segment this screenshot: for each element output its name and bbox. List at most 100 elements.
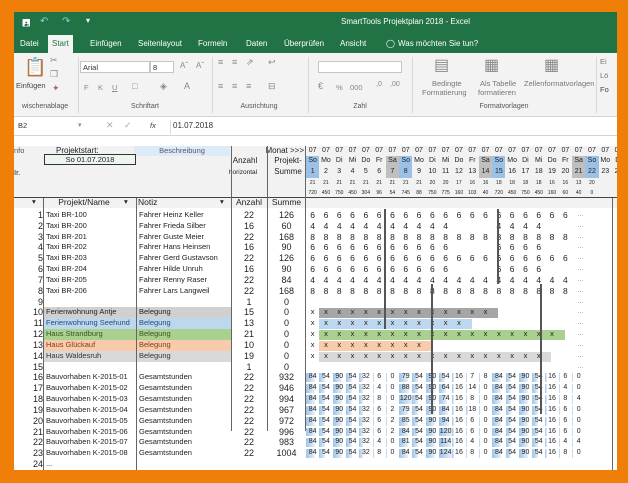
day-value[interactable]: 0 (479, 383, 492, 393)
project-note[interactable]: Fahrer Hans Heinsen (139, 242, 229, 252)
day-value[interactable]: 6 (319, 242, 332, 252)
day-value[interactable]: 94 (439, 416, 452, 426)
day-value[interactable]: 6 (466, 253, 479, 263)
day-value[interactable]: 4 (346, 275, 359, 285)
day-value[interactable]: 6 (466, 210, 479, 220)
project-note[interactable]: Fahrer Lars Langweil (139, 286, 229, 296)
day-value[interactable]: 6 (399, 210, 412, 220)
booking-mark[interactable]: x (479, 307, 492, 317)
day-value[interactable]: 8 (559, 394, 572, 404)
day-value[interactable]: 6 (319, 264, 332, 274)
format-as-table-button-line2[interactable]: formatieren (478, 88, 516, 97)
day-value[interactable]: 8 (452, 286, 465, 296)
day-value[interactable]: 90 (426, 448, 439, 458)
day-value[interactable]: 4 (466, 437, 479, 447)
day-value[interactable]: 54 (506, 372, 519, 382)
day-value[interactable]: 32 (359, 427, 372, 437)
day-value[interactable]: 4 (572, 437, 585, 447)
booking-mark[interactable]: x (506, 351, 519, 361)
project-note[interactable]: Fahrer Heinz Keller (139, 210, 229, 220)
day-value[interactable]: 6 (399, 253, 412, 263)
day-value[interactable]: 6 (319, 253, 332, 263)
decrease-decimal-icon[interactable]: ,00 (390, 81, 400, 88)
day-value[interactable]: 6 (346, 264, 359, 274)
project-name[interactable]: Taxi BR-200 (46, 221, 134, 231)
day-value[interactable]: 84 (399, 427, 412, 437)
day-value[interactable]: 4 (466, 275, 479, 285)
border-icon[interactable]: □ (132, 81, 137, 91)
day-value[interactable]: 7 (466, 372, 479, 382)
project-note[interactable]: Belegung (139, 318, 229, 328)
day-value[interactable]: 84 (306, 437, 319, 447)
day-value[interactable]: 6 (452, 210, 465, 220)
day-value[interactable]: 6 (399, 264, 412, 274)
day-value[interactable]: 6 (386, 264, 399, 274)
day-value[interactable]: 4 (412, 221, 425, 231)
day-value[interactable]: 54 (532, 383, 545, 393)
day-value[interactable]: 8 (532, 286, 545, 296)
booking-mark[interactable]: x (333, 351, 346, 361)
day-value[interactable]: 16 (545, 394, 558, 404)
day-value[interactable]: 8 (452, 232, 465, 242)
day-value[interactable]: 16 (452, 394, 465, 404)
day-value[interactable]: 84 (306, 427, 319, 437)
day-value[interactable]: 6 (359, 264, 372, 274)
column-header-summe[interactable]: Summe (268, 197, 305, 207)
day-value[interactable]: 6 (545, 210, 558, 220)
day-value[interactable]: 6 (519, 253, 532, 263)
day-value[interactable]: 8 (506, 286, 519, 296)
day-value[interactable]: 84 (439, 405, 452, 415)
booking-mark[interactable]: x (359, 340, 372, 350)
day-value[interactable]: 8 (306, 286, 319, 296)
day-value[interactable]: 84 (492, 448, 505, 458)
conditional-format-icon[interactable]: ▤ (434, 55, 449, 75)
font-size-select[interactable]: 8 (150, 61, 174, 73)
day-value[interactable]: 6 (452, 253, 465, 263)
project-note[interactable]: Fahrer Frieda Silber (139, 221, 229, 231)
booking-mark[interactable]: x (519, 351, 532, 361)
booking-mark[interactable]: x (319, 307, 332, 317)
day-value[interactable]: 0 (386, 372, 399, 382)
day-value[interactable]: 4 (359, 221, 372, 231)
day-value[interactable]: 16 (545, 416, 558, 426)
booking-mark[interactable]: x (439, 351, 452, 361)
day-value[interactable]: 8 (559, 286, 572, 296)
booking-mark[interactable]: x (346, 329, 359, 339)
day-value[interactable]: 6 (333, 253, 346, 263)
day-value[interactable]: 85 (399, 416, 412, 426)
day-value[interactable]: 90 (519, 437, 532, 447)
fill-color-icon[interactable]: ◈ (160, 81, 167, 92)
day-value[interactable]: 54 (346, 448, 359, 458)
booking-mark[interactable]: x (346, 340, 359, 350)
booking-mark[interactable]: x (386, 340, 399, 350)
day-value[interactable]: 6 (333, 242, 346, 252)
delete-cells-button[interactable]: Lö (600, 71, 608, 80)
day-value[interactable]: 8 (319, 232, 332, 242)
day-value[interactable]: 54 (346, 427, 359, 437)
day-value[interactable]: 90 (333, 383, 346, 393)
day-value[interactable]: 6 (439, 264, 452, 274)
day-value[interactable]: 8 (479, 232, 492, 242)
day-value[interactable]: 8 (373, 394, 386, 404)
day-value[interactable]: 54 (412, 372, 425, 382)
name-box-dropdown-icon[interactable]: ▾ (78, 121, 82, 129)
booking-mark[interactable]: x (412, 318, 425, 328)
day-value[interactable]: 4 (519, 275, 532, 285)
day-value[interactable]: 32 (359, 372, 372, 382)
booking-mark[interactable]: x (492, 329, 505, 339)
booking-mark[interactable]: x (319, 329, 332, 339)
day-value[interactable]: 6 (506, 242, 519, 252)
day-value[interactable]: 4 (439, 275, 452, 285)
day-value[interactable]: 8 (333, 232, 346, 242)
booking-mark[interactable]: x (452, 351, 465, 361)
wrap-text-icon[interactable]: ↩ (268, 57, 276, 68)
paste-button[interactable]: Einfügen (16, 81, 46, 90)
booking-mark[interactable]: x (333, 329, 346, 339)
day-value[interactable]: 54 (532, 405, 545, 415)
bold-button[interactable]: F (84, 83, 89, 92)
booking-mark[interactable]: x (306, 351, 319, 361)
filter-dropdown-nr[interactable]: ▾ (32, 197, 36, 207)
day-value[interactable]: 90 (519, 383, 532, 393)
day-value[interactable]: 8 (506, 232, 519, 242)
day-value[interactable]: 6 (319, 210, 332, 220)
